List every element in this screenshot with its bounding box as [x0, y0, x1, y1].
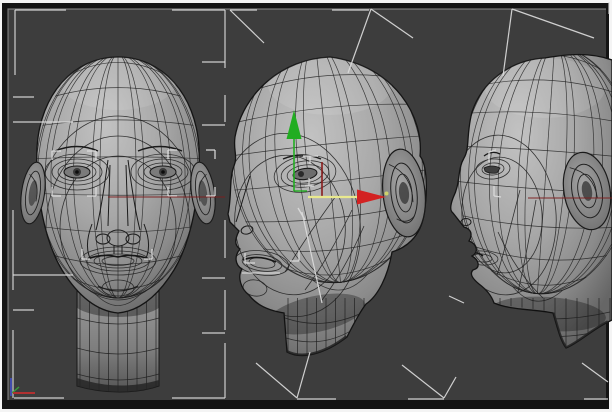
profile-eye: [484, 166, 500, 173]
viewport-canvas[interactable]: 3D modeling viewport showing three polyg…: [0, 0, 612, 412]
screenshot-frame: 3D modeling viewport showing three polyg…: [0, 0, 612, 412]
front-right-eye: [150, 166, 176, 178]
front-left-eye: [64, 166, 90, 178]
